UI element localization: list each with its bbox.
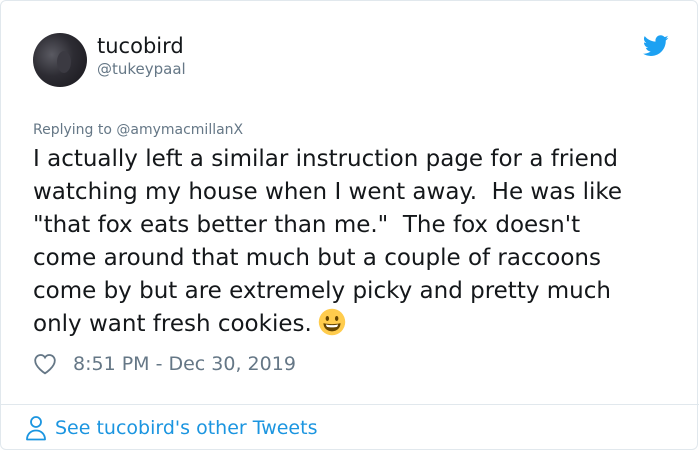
see-other-tweets-label[interactable]: See tucobird's other Tweets (55, 417, 317, 439)
tweet-meta: 8:51 PM - Dec 30, 2019 (33, 351, 296, 377)
user-handle[interactable]: @tukeypaal (97, 59, 186, 79)
twitter-bird-icon[interactable] (643, 35, 669, 57)
grinning-face-emoji-icon (318, 308, 346, 336)
embedded-tweet-card: tucobird @tukeypaal Replying to @amymacm… (0, 0, 699, 450)
divider (1, 404, 699, 405)
tweet-body: I actually left a similar instruction pa… (33, 143, 673, 341)
replying-to[interactable]: Replying to @amymacmillanX (33, 121, 243, 139)
heart-icon[interactable] (33, 353, 57, 375)
tweet-timestamp[interactable]: 8:51 PM - Dec 30, 2019 (73, 353, 296, 375)
display-name[interactable]: tucobird (97, 33, 184, 59)
person-icon (26, 416, 46, 441)
avatar[interactable] (33, 33, 87, 87)
see-other-tweets-link[interactable]: See tucobird's other Tweets (25, 414, 317, 442)
